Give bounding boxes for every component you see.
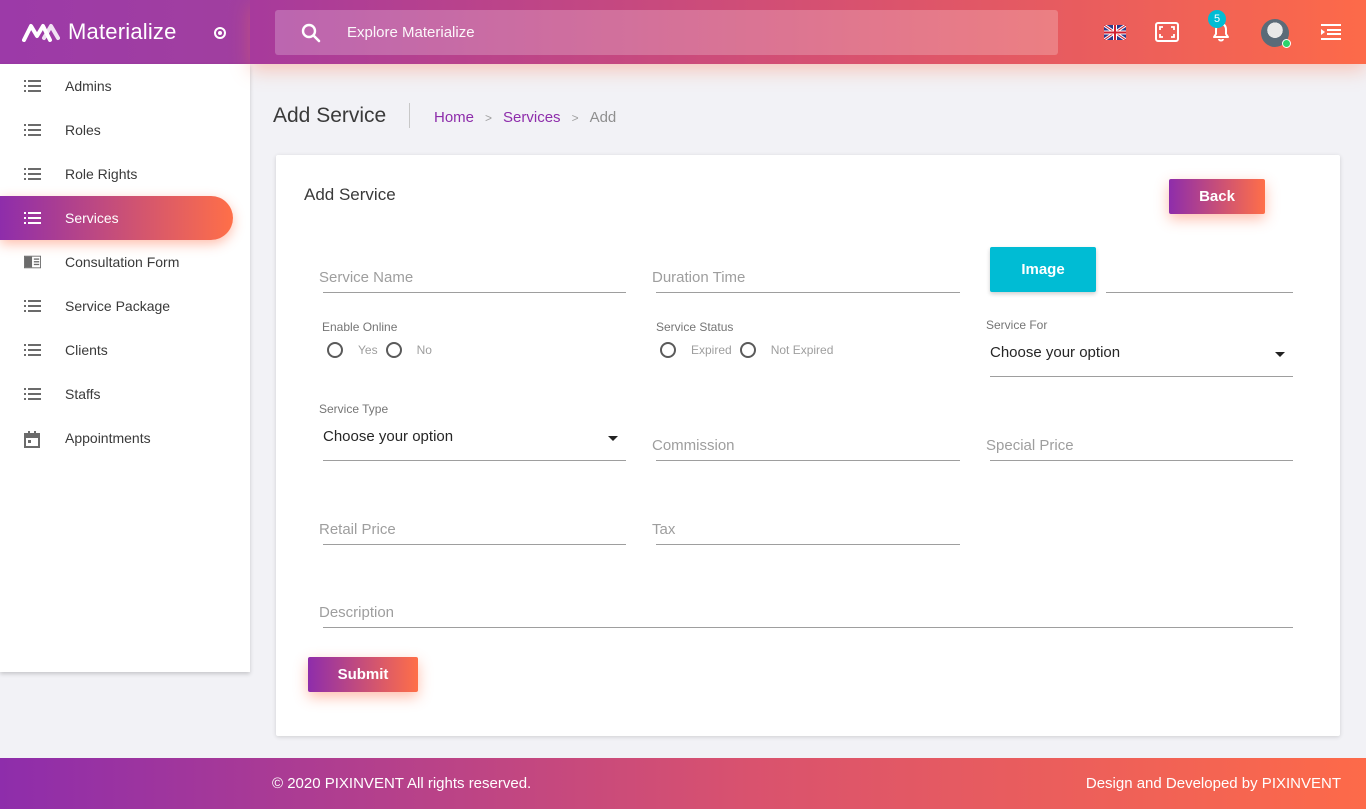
description-placeholder: Description <box>319 604 395 621</box>
online-status-dot <box>1282 39 1291 48</box>
sidebar-collapse-toggle-icon[interactable] <box>214 27 226 39</box>
chrome-reader-icon <box>24 255 41 269</box>
sidebar-item-admins[interactable]: Admins <box>0 64 250 108</box>
sidebar-item-appointments[interactable]: Appointments <box>0 416 250 460</box>
enable-online-no-radio[interactable] <box>385 342 402 358</box>
radio-label: Expired <box>691 343 732 357</box>
submit-button[interactable]: Submit <box>308 657 418 692</box>
breadcrumb: Home > Services > Add <box>434 109 616 126</box>
service-type-select[interactable]: Choose your option <box>323 428 626 461</box>
service-for-value: Choose your option <box>990 344 1121 361</box>
chevron-right-icon: > <box>571 110 579 125</box>
service-type-label: Service Type <box>319 402 389 416</box>
sidebar-item-label: Role Rights <box>65 166 138 182</box>
calendar-icon <box>24 431 41 448</box>
sidebar-item-label: Admins <box>65 78 112 94</box>
breadcrumb-home-link[interactable]: Home <box>434 109 474 126</box>
brand-name: Materialize <box>68 19 177 44</box>
top-navbar: 5 <box>250 0 1366 64</box>
brand-header: Materialize <box>0 0 250 64</box>
sidebar-item-label: Consultation Form <box>65 254 180 270</box>
sidebar-item-label: Appointments <box>65 430 151 446</box>
fullscreen-icon[interactable] <box>1155 21 1179 43</box>
sidebar-item-service-package[interactable]: Service Package <box>0 284 250 328</box>
duration-time-placeholder: Duration Time <box>652 269 746 286</box>
breadcrumb-current: Add <box>589 109 617 126</box>
footer: © 2020 PIXINVENT All rights reserved. De… <box>0 758 1366 809</box>
sidebar-item-staffs[interactable]: Staffs <box>0 372 250 416</box>
sidebar-item-services[interactable]: Services <box>0 196 233 240</box>
list-icon <box>24 387 41 401</box>
sidebar-item-label: Staffs <box>65 386 101 402</box>
card-title: Add Service <box>304 185 396 204</box>
materialize-logo-icon <box>22 24 60 42</box>
image-upload-button[interactable]: Image <box>990 247 1096 292</box>
sidebar-item-label: Service Package <box>65 298 171 314</box>
page-title: Add Service <box>273 104 387 127</box>
sidebar-item-roles[interactable]: Roles <box>0 108 250 152</box>
list-icon <box>24 211 41 225</box>
retail-price-placeholder: Retail Price <box>319 521 396 538</box>
user-avatar[interactable] <box>1261 19 1291 48</box>
footer-copyright: © 2020 PIXINVENT All rights reserved. <box>272 775 532 792</box>
radio-label: Yes <box>358 343 378 357</box>
list-icon <box>24 123 41 137</box>
commission-field[interactable]: Commission <box>652 437 960 461</box>
caret-down-icon <box>1275 352 1285 357</box>
commission-placeholder: Commission <box>652 437 735 454</box>
retail-price-field[interactable]: Retail Price <box>319 521 626 545</box>
menu-open-icon[interactable] <box>1319 21 1343 43</box>
service-status-label: Service Status <box>656 320 734 334</box>
back-button[interactable]: Back <box>1169 179 1265 214</box>
list-icon <box>24 299 41 313</box>
caret-down-icon <box>608 436 618 441</box>
enable-online-label: Enable Online <box>322 320 398 334</box>
service-type-value: Choose your option <box>323 428 454 445</box>
uk-flag-icon[interactable] <box>1103 21 1127 43</box>
sidebar-item-clients[interactable]: Clients <box>0 328 250 372</box>
list-icon <box>24 167 41 181</box>
radio-label: Not Expired <box>770 343 834 357</box>
breadcrumb-services-link[interactable]: Services <box>503 109 561 126</box>
enable-online-radio-group: Yes No <box>327 342 440 358</box>
sidebar: Admins Roles Role Rights Services Consul… <box>0 64 250 672</box>
sidebar-item-consultation-form[interactable]: Consultation Form <box>0 240 250 284</box>
notification-count-badge: 5 <box>1208 10 1226 28</box>
service-for-select[interactable]: Choose your option <box>990 344 1293 377</box>
service-status-not-expired-radio[interactable] <box>739 342 756 358</box>
sidebar-item-role-rights[interactable]: Role Rights <box>0 152 250 196</box>
service-name-placeholder: Service Name <box>319 269 414 286</box>
title-divider <box>409 103 410 128</box>
service-name-field[interactable]: Service Name <box>319 269 626 293</box>
sidebar-item-label: Clients <box>65 342 108 358</box>
service-status-radio-group: Expired Not Expired <box>660 342 841 358</box>
enable-online-yes-radio[interactable] <box>327 342 343 358</box>
add-service-card: Add Service Back Service Name Duration T… <box>276 155 1340 736</box>
search-bar[interactable] <box>275 10 1058 55</box>
duration-time-field[interactable]: Duration Time <box>652 269 960 293</box>
description-field[interactable]: Description <box>319 604 1293 628</box>
special-price-placeholder: Special Price <box>986 437 1074 454</box>
search-input[interactable] <box>347 24 947 41</box>
chevron-right-icon: > <box>485 110 493 125</box>
tax-placeholder: Tax <box>652 521 676 538</box>
sidebar-item-label: Services <box>65 210 119 226</box>
special-price-field[interactable]: Special Price <box>986 437 1293 461</box>
list-icon <box>24 343 41 357</box>
service-for-label: Service For <box>986 318 1048 332</box>
list-icon <box>24 79 41 93</box>
sidebar-item-label: Roles <box>65 122 101 138</box>
image-path-field[interactable] <box>1106 279 1293 293</box>
radio-label: No <box>416 343 432 357</box>
search-icon <box>301 23 321 42</box>
tax-field[interactable]: Tax <box>652 521 960 545</box>
footer-credit: Design and Developed by PIXINVENT <box>1085 775 1341 792</box>
service-status-expired-radio[interactable] <box>660 342 676 358</box>
